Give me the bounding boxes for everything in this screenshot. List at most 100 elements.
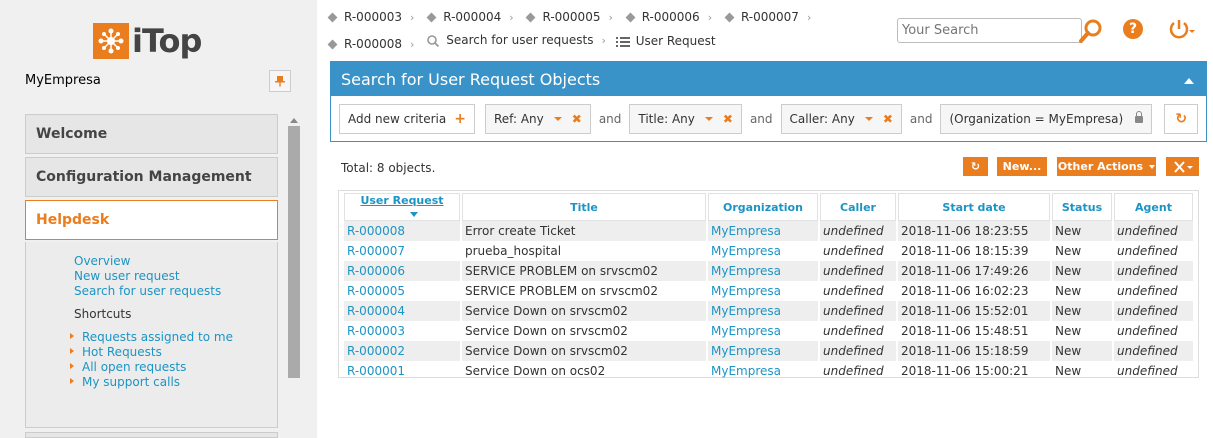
criteria-title[interactable]: Title: Any ✖ [629,104,742,134]
remove-criteria-icon[interactable]: ✖ [572,112,582,126]
new-button[interactable]: New... [997,157,1047,176]
cell-caller: undefined [820,221,896,241]
global-search-input[interactable] [897,18,1082,43]
request-ref-link[interactable]: R-000003 [344,321,460,341]
scroll-up-arrow-icon[interactable] [290,118,298,123]
criteria-organization-locked: (Organization = MyEmpresa) [940,104,1153,134]
toolkit-menu-button[interactable] [1166,157,1199,176]
refresh-icon: ↻ [1175,111,1188,127]
cell-agent: undefined [1114,221,1193,241]
breadcrumb-item[interactable]: R-000005 › [523,6,613,29]
search-panel-title: Search for User Request Objects [341,69,601,89]
shortcut-all-open-requests[interactable]: All open requests [70,360,233,375]
table-row: R-000001 Service Down on ocs02 MyEmpresa… [344,361,1193,381]
logo-text: iTop [132,22,202,60]
search-criteria-bar: Add new criteria + and Ref: Any ✖ and Ti… [339,104,1199,134]
column-header-title[interactable]: Title [462,193,706,221]
refresh-search-button[interactable]: ↻ [1164,104,1199,134]
request-ref-link[interactable]: R-000005 [344,281,460,301]
chevron-down-icon[interactable] [704,117,713,121]
organization-link[interactable]: MyEmpresa [708,361,818,381]
menu-link-search-user-requests[interactable]: Search for user requests [74,284,221,299]
request-ref-link[interactable]: R-000007 [344,241,460,261]
remove-criteria-icon[interactable]: ✖ [883,112,893,126]
cell-caller: undefined [823,244,884,258]
menu-scrollbar[interactable] [288,114,300,380]
organization-link[interactable]: MyEmpresa [708,221,818,241]
add-criteria-button[interactable]: Add new criteria + [339,104,475,134]
cell-status: New [1052,221,1112,241]
cell-start-date: 2018-11-06 15:52:01 [898,301,1050,321]
request-ref-link[interactable]: R-000002 [344,341,460,361]
shortcut-hot-requests[interactable]: Hot Requests [70,345,233,360]
column-header-organization[interactable]: Organization [708,193,818,221]
menu-group-welcome[interactable]: Welcome [25,114,278,154]
plus-icon: + [454,111,466,127]
cell-title: Service Down on srvscm02 [462,301,706,321]
help-icon[interactable]: ? [1123,19,1143,39]
refresh-list-button[interactable]: ↻ [963,157,988,176]
next-menu-group [25,432,278,438]
column-header-status[interactable]: Status [1052,193,1112,221]
results-total: Total: 8 objects. [341,161,436,175]
cell-caller: undefined [820,261,896,281]
cell-caller: undefined [820,341,896,361]
organization-link[interactable]: MyEmpresa [708,281,818,301]
lock-icon [1135,110,1144,123]
remove-criteria-icon[interactable]: ✖ [723,112,733,126]
column-header-agent[interactable]: Agent [1114,193,1193,221]
breadcrumb-item[interactable]: R-000007 › [722,6,811,29]
criteria-caller[interactable]: Caller: Any ✖ [780,104,902,134]
request-ref-link[interactable]: R-000008 [344,221,460,241]
pin-icon [275,76,285,87]
helpdesk-links: Overview New user request Search for use… [74,254,221,299]
column-header-user-request[interactable]: User Request [344,193,460,221]
breadcrumb-item[interactable]: R-000006 › [623,6,712,29]
breadcrumb-item[interactable]: R-000003 › [325,6,414,29]
shortcut-requests-assigned[interactable]: Requests assigned to me [70,330,233,345]
organization-link[interactable]: MyEmpresa [708,241,818,261]
chevron-down-icon[interactable] [864,117,873,121]
organization-link[interactable]: MyEmpresa [708,341,818,361]
table-row: R-000002 Service Down on srvscm02 MyEmpr… [344,341,1193,361]
breadcrumb-item[interactable]: R-000004 › [424,6,514,29]
menu-group-configuration-management[interactable]: Configuration Management [25,157,278,197]
cell-title: SERVICE PROBLEM on srvscm02 [462,261,706,281]
menu-group-helpdesk[interactable]: Helpdesk [25,200,278,240]
search-panel: Search for User Request Objects Add new … [330,61,1207,142]
logoff-menu-icon[interactable] [1168,18,1196,42]
request-ref-link[interactable]: R-000006 [344,261,460,281]
organization-link[interactable]: MyEmpresa [708,261,818,281]
menu-link-new-user-request[interactable]: New user request [74,269,221,284]
shortcut-my-support-calls[interactable]: My support calls [70,375,233,390]
chevron-down-icon [1149,164,1156,169]
menu-link-overview[interactable]: Overview [74,254,221,269]
list-icon [615,36,630,47]
cell-status: New [1055,364,1082,378]
column-header-caller[interactable]: Caller [820,193,896,221]
cell-agent: undefined [1114,301,1193,321]
scroll-thumb[interactable] [288,126,300,378]
cell-agent: undefined [1117,284,1178,298]
search-icon[interactable] [1077,17,1105,45]
breadcrumb-item[interactable]: Search for user requests › [424,29,606,52]
request-ref-link[interactable]: R-000001 [344,361,460,381]
column-header-start-date[interactable]: Start date [898,193,1050,221]
itop-logo[interactable]: iTop [93,22,202,60]
organization-link[interactable]: MyEmpresa [708,301,818,321]
shortcut-links: Requests assigned to me Hot Requests All… [70,330,233,390]
results-table-container: User Request Title Organization Caller S… [338,190,1199,378]
results-table: User Request Title Organization Caller S… [342,193,1195,381]
criteria-ref[interactable]: Ref: Any ✖ [484,104,591,134]
cell-start-date: 2018-11-06 15:18:59 [898,341,1050,361]
breadcrumb-item[interactable]: User Request [615,30,716,53]
organization-link[interactable]: MyEmpresa [708,321,818,341]
collapse-icon[interactable] [1184,78,1194,84]
breadcrumb-item[interactable]: R-000008 › [325,33,414,56]
request-ref-link[interactable]: R-000004 [344,301,460,321]
pin-menu-button[interactable] [269,70,291,92]
other-actions-button[interactable]: Other Actions [1057,157,1156,176]
search-panel-header[interactable]: Search for User Request Objects [331,62,1206,96]
chevron-down-icon[interactable] [553,117,562,121]
cell-start-date: 2018-11-06 16:02:23 [901,284,1029,298]
